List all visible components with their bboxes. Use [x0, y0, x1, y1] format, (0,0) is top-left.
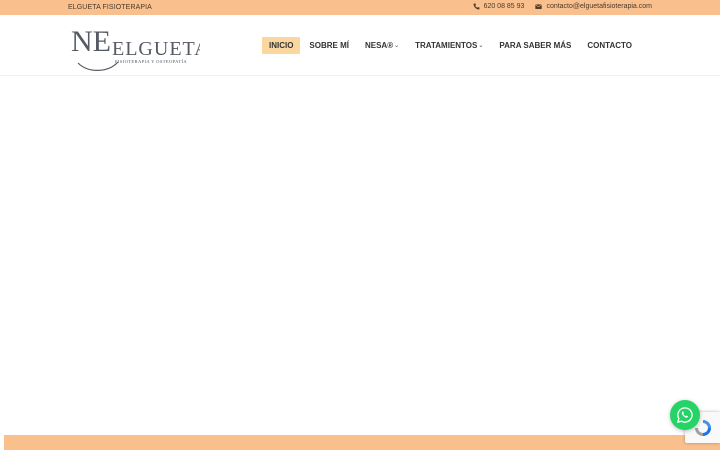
envelope-icon — [535, 4, 543, 9]
logo-name: ELGUETA — [112, 38, 200, 60]
main-nav: INICIO SOBRE MÍ NESA® ⌄ TRATAMIENTOS ⌄ PAR… — [260, 37, 639, 54]
chevron-down-icon: ⌄ — [394, 43, 400, 49]
phone-icon — [473, 3, 480, 10]
phone-link[interactable]: 620 08 85 93 — [473, 3, 525, 10]
nav-item-sobre-mi[interactable]: SOBRE MÍ — [302, 37, 356, 54]
whatsapp-icon — [676, 407, 693, 424]
top-bar-brand: ELGUETA FISIOTERAPIA — [68, 4, 152, 11]
email-address: contacto@elguetafisioterapia.com — [546, 3, 652, 10]
main-content — [0, 76, 720, 435]
chevron-down-icon: ⌄ — [478, 43, 484, 49]
footer-strip — [4, 435, 720, 450]
top-bar: ELGUETA FISIOTERAPIA 620 08 85 93 contac… — [0, 0, 720, 15]
phone-number: 620 08 85 93 — [483, 3, 525, 10]
nav-item-tratamientos[interactable]: TRATAMIENTOS ⌄ — [408, 37, 490, 54]
nav-item-contacto[interactable]: CONTACTO — [580, 37, 639, 54]
whatsapp-button[interactable] — [670, 400, 700, 430]
top-bar-contact: 620 08 85 93 contacto@elguetafisioterapi… — [473, 3, 652, 10]
site-header: NE ELGUETA FISIOTERAPIA Y OSTEOPATÍA INI… — [0, 15, 720, 76]
site-logo[interactable]: NE ELGUETA FISIOTERAPIA Y OSTEOPATÍA — [68, 19, 200, 73]
logo-tagline: FISIOTERAPIA Y OSTEOPATÍA — [115, 59, 187, 64]
nav-item-nesa[interactable]: NESA® ⌄ — [358, 37, 406, 54]
email-link[interactable]: contacto@elguetafisioterapia.com — [535, 3, 652, 10]
nav-item-inicio[interactable]: INICIO — [261, 37, 301, 54]
logo-monogram: NE — [71, 25, 111, 58]
nav-item-para-saber-mas[interactable]: PARA SABER MÁS — [492, 37, 578, 54]
